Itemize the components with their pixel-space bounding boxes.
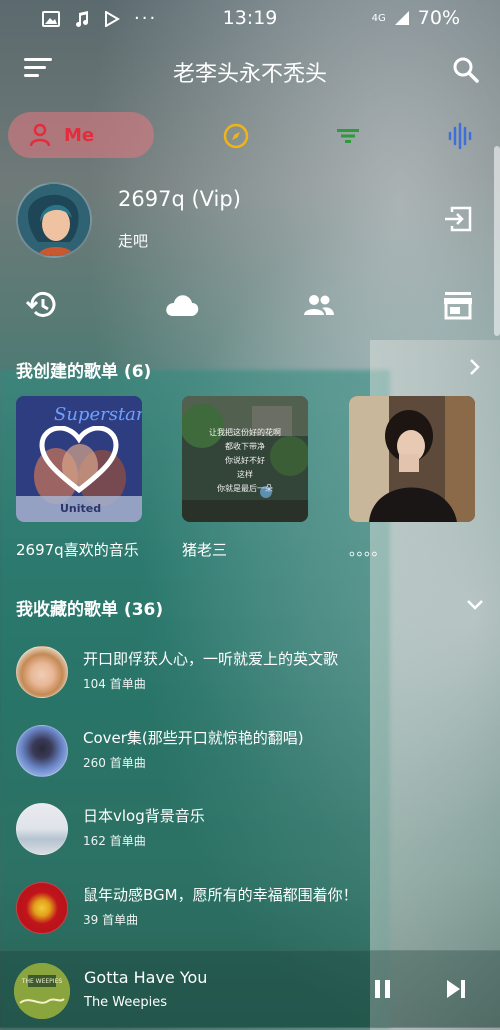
signature: 走吧 bbox=[118, 232, 149, 250]
playlist-label-third: 。。。。 bbox=[349, 541, 387, 559]
person-icon bbox=[30, 123, 50, 147]
signal-icon bbox=[394, 11, 409, 25]
avatar-illustration bbox=[18, 184, 90, 256]
now-playing-title: Gotta Have You bbox=[84, 968, 208, 987]
playlist-thumb bbox=[16, 803, 68, 855]
cover-lyric-line: 这样 bbox=[237, 470, 253, 479]
heart-icon bbox=[39, 426, 119, 494]
svg-text:United: United bbox=[60, 502, 101, 515]
list-item[interactable]: 日本vlog背景音乐 162 首单曲 bbox=[16, 803, 486, 863]
chevron-right-icon[interactable] bbox=[466, 358, 484, 376]
playlist-label-liked: 2697q喜欢的音乐 bbox=[16, 541, 139, 559]
status-icons-right: 4G 70% bbox=[372, 7, 460, 29]
collected-playlists-title: 我收藏的歌单 (36) bbox=[16, 600, 164, 620]
playlist-thumb bbox=[16, 646, 68, 698]
friends-icon[interactable] bbox=[303, 290, 335, 320]
avatar[interactable] bbox=[16, 182, 92, 258]
battery-level: 70% bbox=[417, 7, 460, 29]
tab-filter[interactable] bbox=[334, 122, 362, 150]
sound-wave-icon bbox=[448, 122, 472, 150]
playlist-count: 260 首单曲 bbox=[83, 756, 146, 770]
history-icon[interactable] bbox=[26, 290, 58, 320]
cover-lyric-line: 都收下带净 bbox=[225, 442, 265, 451]
now-playing-cover[interactable]: THE WEEPIES bbox=[14, 963, 70, 1019]
tab-me-label: Me bbox=[64, 124, 95, 146]
list-item[interactable]: Cover集(那些开口就惊艳的翻唱) 260 首单曲 bbox=[16, 725, 486, 785]
scroll-handle[interactable] bbox=[494, 146, 500, 336]
playlist-name: 日本vlog背景音乐 bbox=[83, 807, 205, 825]
playlist-count: 104 首单曲 bbox=[83, 677, 146, 691]
now-playing-art-text: THE WEEPIES bbox=[21, 978, 63, 985]
playlist-name: Cover集(那些开口就惊艳的翻唱) bbox=[83, 729, 304, 747]
page-title: 老李头永不秃头 bbox=[172, 62, 327, 87]
cover-lyric-line: 让我把这份好的花啊 bbox=[209, 428, 281, 437]
mini-player[interactable]: THE WEEPIES Gotta Have You The Weepies bbox=[0, 950, 500, 1028]
pause-button[interactable] bbox=[372, 978, 394, 1000]
tab-me[interactable]: Me bbox=[8, 112, 154, 158]
now-playing-artist: The Weepies bbox=[84, 995, 168, 1010]
playlist-count: 39 首单曲 bbox=[83, 913, 139, 927]
created-playlists-title: 我创建的歌单 (6) bbox=[16, 362, 152, 382]
playlist-cover-third[interactable] bbox=[349, 396, 475, 522]
playlist-count: 162 首单曲 bbox=[83, 834, 146, 848]
tab-discover[interactable] bbox=[222, 122, 250, 150]
filter-icon bbox=[337, 129, 359, 143]
playlist-label-zhulaosan: 猪老三 bbox=[182, 541, 228, 559]
playlist-thumb bbox=[16, 882, 68, 934]
network-type: 4G bbox=[371, 12, 386, 24]
list-item[interactable]: 鼠年动感BGM，愿所有的幸福都围着你！ 39 首单曲 bbox=[16, 882, 486, 942]
skip-next-icon bbox=[447, 980, 465, 998]
third-cover-art bbox=[349, 396, 475, 522]
username: 2697q (Vip) bbox=[118, 187, 241, 211]
playlist-thumb bbox=[16, 725, 68, 777]
search-icon[interactable] bbox=[452, 56, 480, 84]
playlist-cover-zhulaosan[interactable]: 让我把这份好的花啊 都收下带净 你说好不好 这样 你就是最后一朵 bbox=[182, 396, 308, 522]
tab-audio[interactable] bbox=[446, 122, 474, 150]
logout-icon[interactable] bbox=[444, 206, 472, 232]
list-item[interactable]: 开口即俘获人心，一听就爱上的英文歌 104 首单曲 bbox=[16, 646, 486, 706]
playlist-cover-liked[interactable]: Superstar United bbox=[16, 396, 142, 522]
chevron-down-icon[interactable] bbox=[466, 596, 484, 614]
svg-text:Superstar: Superstar bbox=[54, 404, 142, 425]
cover-lyric-line: 你就是最后一朵 bbox=[217, 484, 273, 493]
status-bar: ··· 13:19 4G 70% bbox=[0, 0, 500, 36]
pause-icon bbox=[375, 980, 390, 998]
playlist-name: 开口即俘获人心，一听就爱上的英文歌 bbox=[83, 650, 339, 668]
playlist-name: 鼠年动感BGM，愿所有的幸福都围着你！ bbox=[83, 886, 358, 904]
next-button[interactable] bbox=[445, 978, 467, 1000]
cloud-icon[interactable] bbox=[164, 290, 200, 320]
cover-lyric-line: 你说好不好 bbox=[225, 456, 265, 465]
compass-icon bbox=[223, 123, 249, 149]
now-playing-art: THE WEEPIES bbox=[14, 963, 70, 1019]
store-icon[interactable] bbox=[442, 290, 474, 320]
